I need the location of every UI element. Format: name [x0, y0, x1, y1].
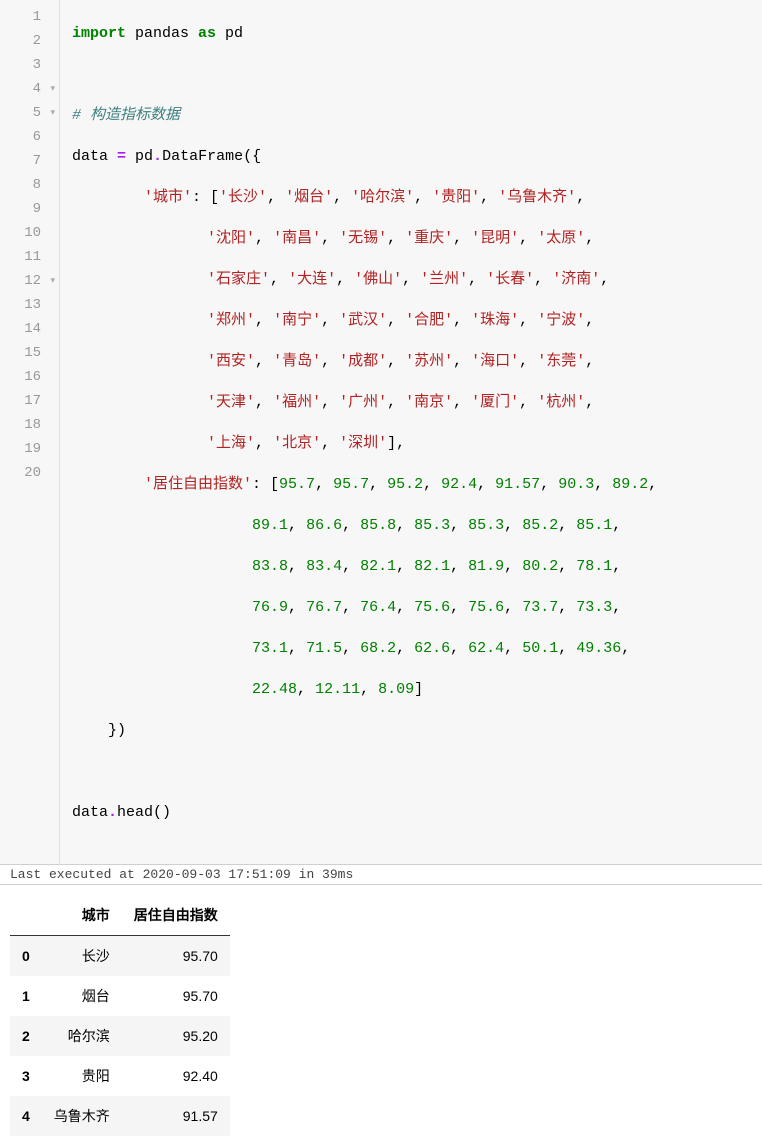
- cell-value: 95.20: [122, 1016, 230, 1056]
- row-index: 3: [10, 1056, 42, 1096]
- index-header: [10, 895, 42, 936]
- line-number: 6: [0, 125, 59, 149]
- cell-value: 95.70: [122, 976, 230, 1016]
- row-index: 0: [10, 936, 42, 977]
- cell-city: 乌鲁木齐: [42, 1096, 122, 1136]
- code-line: '沈阳', '南昌', '无锡', '重庆', '昆明', '太原',: [72, 227, 762, 251]
- fold-marker-icon[interactable]: ▾: [50, 77, 55, 101]
- line-number: 10: [0, 221, 59, 245]
- line-number: 4▾: [0, 77, 59, 101]
- cell-value: 92.40: [122, 1056, 230, 1096]
- table-row: 2哈尔滨95.20: [10, 1016, 230, 1056]
- row-index: 4: [10, 1096, 42, 1136]
- line-number: 1: [0, 5, 59, 29]
- code-line: 83.8, 83.4, 82.1, 82.1, 81.9, 80.2, 78.1…: [72, 555, 762, 579]
- code-line: }): [72, 719, 762, 743]
- line-number: 20: [0, 461, 59, 485]
- output-area: 城市 居住自由指数 0长沙95.701烟台95.702哈尔滨95.203贵阳92…: [0, 885, 762, 1146]
- row-index: 2: [10, 1016, 42, 1056]
- line-number: 11: [0, 245, 59, 269]
- code-line: # 构造指标数据: [72, 104, 762, 128]
- cell-city: 长沙: [42, 936, 122, 977]
- code-line: data = pd.DataFrame({: [72, 145, 762, 169]
- line-number: 13: [0, 293, 59, 317]
- code-cell: 1234▾5▾6789101112▾1314151617181920 impor…: [0, 0, 762, 865]
- execution-status: Last executed at 2020-09-03 17:51:09 in …: [0, 865, 762, 885]
- code-line: '西安', '青岛', '成都', '苏州', '海口', '东莞',: [72, 350, 762, 374]
- cell-city: 烟台: [42, 976, 122, 1016]
- cell-city: 哈尔滨: [42, 1016, 122, 1056]
- table-row: 4乌鲁木齐91.57: [10, 1096, 230, 1136]
- code-editor[interactable]: import pandas as pd # 构造指标数据 data = pd.D…: [60, 0, 762, 864]
- line-number: 17: [0, 389, 59, 413]
- code-line: 22.48, 12.11, 8.09]: [72, 678, 762, 702]
- code-line: [72, 760, 762, 784]
- code-line: data.head(): [72, 801, 762, 825]
- line-number: 5▾: [0, 101, 59, 125]
- line-number-gutter: 1234▾5▾6789101112▾1314151617181920: [0, 0, 60, 864]
- code-line: 76.9, 76.7, 76.4, 75.6, 75.6, 73.7, 73.3…: [72, 596, 762, 620]
- table-row: 3贵阳92.40: [10, 1056, 230, 1096]
- column-header: 城市: [42, 895, 122, 936]
- line-number: 8: [0, 173, 59, 197]
- cell-value: 91.57: [122, 1096, 230, 1136]
- code-line: '郑州', '南宁', '武汉', '合肥', '珠海', '宁波',: [72, 309, 762, 333]
- table-row: 1烟台95.70: [10, 976, 230, 1016]
- line-number: 14: [0, 317, 59, 341]
- code-line: 73.1, 71.5, 68.2, 62.6, 62.4, 50.1, 49.3…: [72, 637, 762, 661]
- code-line: import pandas as pd: [72, 22, 762, 46]
- line-number: 12▾: [0, 269, 59, 293]
- line-number: 16: [0, 365, 59, 389]
- code-line: '天津', '福州', '广州', '南京', '厦门', '杭州',: [72, 391, 762, 415]
- cell-value: 95.70: [122, 936, 230, 977]
- dataframe-table: 城市 居住自由指数 0长沙95.701烟台95.702哈尔滨95.203贵阳92…: [10, 895, 230, 1136]
- line-number: 18: [0, 413, 59, 437]
- line-number: 3: [0, 53, 59, 77]
- line-number: 15: [0, 341, 59, 365]
- fold-marker-icon[interactable]: ▾: [50, 101, 55, 125]
- fold-marker-icon[interactable]: ▾: [50, 269, 55, 293]
- code-line: '石家庄', '大连', '佛山', '兰州', '长春', '济南',: [72, 268, 762, 292]
- line-number: 2: [0, 29, 59, 53]
- line-number: 19: [0, 437, 59, 461]
- code-line: [72, 63, 762, 87]
- line-number: 9: [0, 197, 59, 221]
- cell-city: 贵阳: [42, 1056, 122, 1096]
- code-line: '上海', '北京', '深圳'],: [72, 432, 762, 456]
- code-line: 89.1, 86.6, 85.8, 85.3, 85.3, 85.2, 85.1…: [72, 514, 762, 538]
- code-line: '居住自由指数': [95.7, 95.7, 95.2, 92.4, 91.57…: [72, 473, 762, 497]
- code-line: '城市': ['长沙', '烟台', '哈尔滨', '贵阳', '乌鲁木齐',: [72, 186, 762, 210]
- table-row: 0长沙95.70: [10, 936, 230, 977]
- row-index: 1: [10, 976, 42, 1016]
- line-number: 7: [0, 149, 59, 173]
- column-header: 居住自由指数: [122, 895, 230, 936]
